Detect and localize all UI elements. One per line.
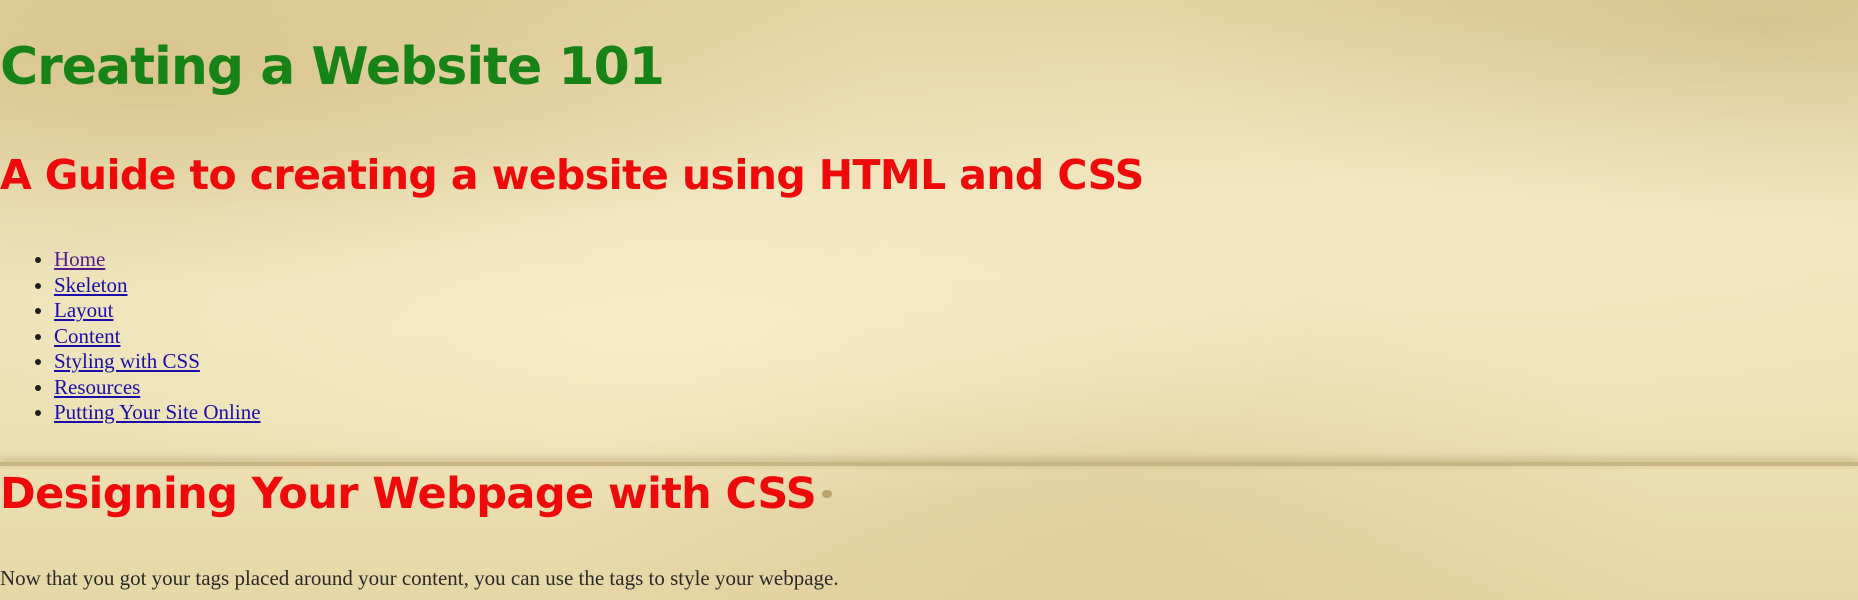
nav-link-content[interactable]: Content [54,324,121,348]
section-title: Designing Your Webpage with CSS [0,469,817,519]
nav-link-skeleton[interactable]: Skeleton [54,273,128,297]
nav-item-home: Home [54,247,261,273]
section-divider [0,462,1858,466]
site-title: Creating a Website 101 [0,37,665,97]
nav-menu: Home Skeleton Layout Content Styling wit… [0,247,261,426]
nav-link-resources[interactable]: Resources [54,375,140,399]
nav-link-styling-with-css[interactable]: Styling with CSS [54,349,200,373]
nav-link-putting-your-site-online[interactable]: Putting Your Site Online [54,400,261,424]
nav-item-resources: Resources [54,375,261,401]
nav-item-styling: Styling with CSS [54,349,261,375]
nav-item-layout: Layout [54,298,261,324]
nav-link-home[interactable]: Home [54,247,105,271]
nav-item-skeleton: Skeleton [54,273,261,299]
paper-speck [822,490,832,498]
nav-item-content: Content [54,324,261,350]
site-subtitle: A Guide to creating a website using HTML… [0,151,1144,199]
nav-link-layout[interactable]: Layout [54,298,113,322]
nav-item-putting-online: Putting Your Site Online [54,400,261,426]
intro-paragraph: Now that you got your tags placed around… [0,566,839,590]
